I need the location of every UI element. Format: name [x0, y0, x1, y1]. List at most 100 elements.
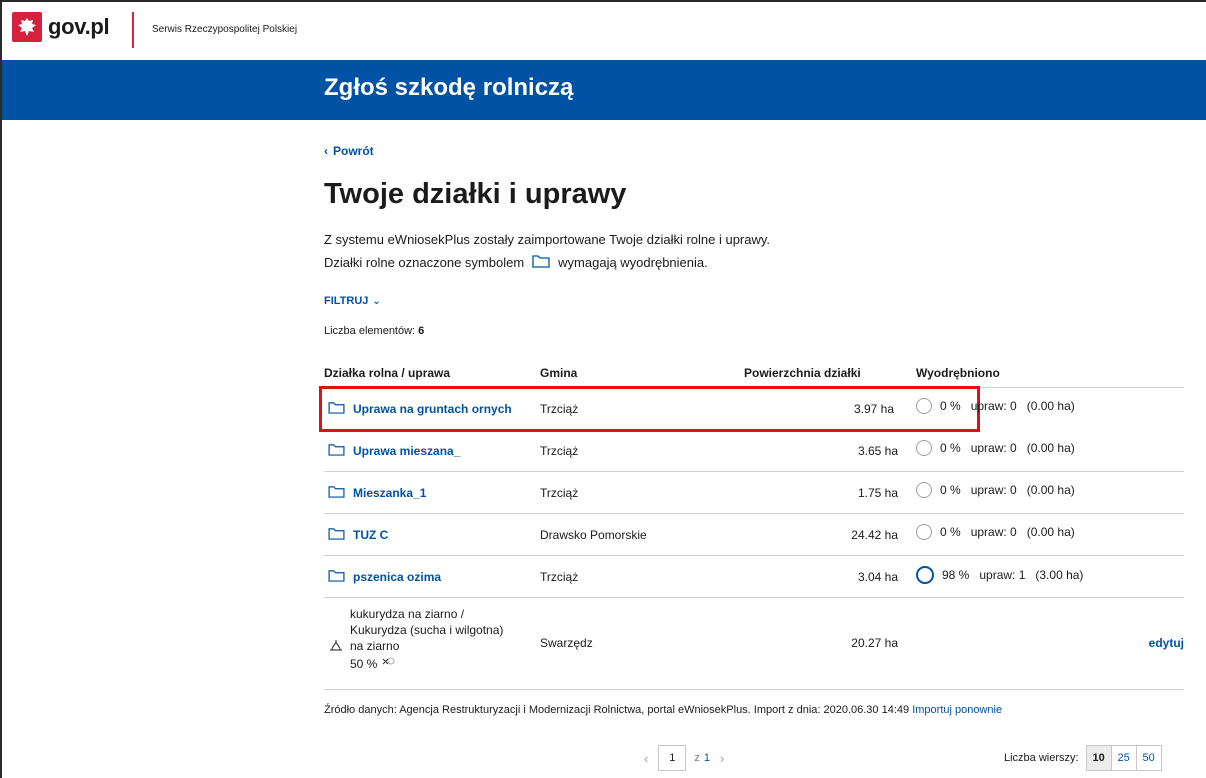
- plot-link[interactable]: Uprawa na gruntach ornych: [328, 401, 512, 417]
- progress-circle-icon: [916, 566, 934, 584]
- crop-damage-icon: [381, 656, 395, 672]
- separated-count: upraw: 1: [979, 568, 1026, 582]
- plot-gmina: Drawsko Pomorskie: [540, 528, 647, 542]
- plot-area: 24.42 ha: [851, 528, 898, 542]
- separated-status: 0 % upraw: 0 (0.00 ha): [916, 398, 1075, 414]
- table-row[interactable]: Mieszanka_1 Trzciąż 1.75 ha 0 % upraw: 0…: [324, 472, 1184, 514]
- crop-name: kukurydza na ziarno / Kukurydza (sucha i…: [350, 606, 530, 672]
- crop-area: 20.27 ha: [851, 636, 898, 650]
- plot-link[interactable]: Uprawa mieszana_: [328, 443, 460, 459]
- progress-circle-icon: [916, 440, 932, 456]
- table-row[interactable]: TUZ C Drawsko Pomorskie 24.42 ha 0 % upr…: [324, 514, 1184, 556]
- plot-gmina: Trzciąż: [540, 570, 579, 584]
- folder-icon: [328, 443, 345, 459]
- plot-name: Uprawa na gruntach ornych: [353, 402, 512, 416]
- next-page-button[interactable]: ›: [720, 751, 724, 766]
- separated-ha: (3.00 ha): [1035, 568, 1084, 582]
- plot-gmina: Trzciąż: [540, 486, 579, 500]
- source-text: Źródło danych: Agencja Restrukturyzacji …: [324, 704, 910, 716]
- rows-per-page-label: Liczba wierszy:: [1004, 752, 1079, 764]
- banner-title: Zgłoś szkodę rolniczą: [324, 74, 574, 101]
- separated-count: upraw: 0: [970, 399, 1017, 413]
- gov-logo[interactable]: gov.pl: [12, 12, 110, 42]
- plot-gmina: Trzciąż: [540, 444, 579, 458]
- plot-area: 3.04 ha: [857, 570, 898, 584]
- separated-pct: 0 %: [940, 525, 961, 539]
- header-separated: Wyodrębniono: [916, 366, 1000, 380]
- eagle-emblem-icon: [12, 12, 42, 42]
- page-total: 1: [703, 752, 710, 764]
- separated-count: upraw: 0: [970, 441, 1017, 455]
- intro-text-1: Z systemu eWniosekPlus zostały zaimporto…: [324, 232, 771, 247]
- crop-icon: [328, 638, 344, 657]
- back-label: Powrót: [333, 144, 374, 158]
- progress-circle-icon: [916, 482, 932, 498]
- element-count: Liczba elementów: 6: [324, 325, 424, 337]
- plot-name: TUZ C: [353, 528, 389, 542]
- plot-link[interactable]: TUZ C: [328, 527, 388, 543]
- crop-line-2: Kukurydza (sucha i wilgotna): [350, 623, 504, 637]
- chevron-down-icon: ⌄: [372, 295, 381, 307]
- plot-area: 3.97 ha: [853, 402, 894, 416]
- table-row[interactable]: Uprawa na gruntach ornych Trzciąż 3.97 h…: [319, 386, 1075, 432]
- table-row[interactable]: pszenica ozima Trzciąż 3.04 ha 98 % upra…: [324, 556, 1184, 598]
- separated-ha: (0.00 ha): [1026, 441, 1075, 455]
- folder-icon: [328, 485, 345, 501]
- folder-icon: [328, 401, 345, 417]
- plot-area: 3.65 ha: [857, 444, 898, 458]
- crop-pct: 50 %: [350, 657, 378, 671]
- data-source: Źródło danych: Agencja Restrukturyzacji …: [324, 704, 1002, 716]
- header-area: Powierzchnia działki: [744, 366, 861, 380]
- separated-ha: (0.00 ha): [1026, 483, 1075, 497]
- pagination: ‹ 1 z 1 ›: [634, 745, 734, 771]
- count-label: Liczba elementów:: [324, 325, 416, 337]
- rows-per-page: Liczba wierszy: 10 25 50: [1004, 745, 1162, 771]
- plot-area: 1.75 ha: [857, 486, 898, 500]
- page-input[interactable]: 1: [658, 745, 687, 771]
- crop-line-3: na ziarno: [350, 639, 400, 653]
- chevron-left-icon: ‹: [324, 144, 328, 158]
- separated-pct: 0 %: [940, 399, 961, 413]
- plot-name: Uprawa mieszana_: [353, 444, 461, 458]
- rows-option-25[interactable]: 25: [1110, 745, 1137, 771]
- crop-line-1: kukurydza na ziarno /: [350, 607, 465, 621]
- table-header: Działka rolna / uprawa Gmina Powierzchni…: [324, 362, 1184, 388]
- separated-pct: 0 %: [940, 483, 961, 497]
- separated-status: 0 % upraw: 0 (0.00 ha): [916, 440, 1075, 456]
- page-title: Twoje działki i uprawy: [324, 178, 627, 210]
- service-name: Serwis Rzeczypospolitej Polskiej: [152, 24, 298, 35]
- reimport-link[interactable]: Importuj ponownie: [912, 704, 1002, 716]
- rows-option-10[interactable]: 10: [1085, 745, 1112, 771]
- back-link[interactable]: ‹ Powrót: [324, 144, 374, 158]
- folder-icon: [328, 527, 345, 543]
- plot-link[interactable]: pszenica ozima: [328, 569, 441, 585]
- title-banner: Zgłoś szkodę rolniczą: [2, 60, 1206, 120]
- crop-gmina: Swarzędz: [540, 636, 593, 650]
- filter-toggle[interactable]: FILTRUJ ⌄: [324, 295, 381, 307]
- folder-icon: [328, 569, 345, 585]
- count-value: 6: [418, 325, 425, 337]
- prev-page-button[interactable]: ‹: [644, 751, 648, 766]
- edit-link[interactable]: edytuj: [1149, 636, 1184, 650]
- separated-status: 0 % upraw: 0 (0.00 ha): [916, 482, 1075, 498]
- intro-text-2: Działki rolne oznaczone symbolem wymagaj…: [324, 254, 708, 271]
- folder-icon: [532, 254, 550, 271]
- intro-text-2a: Działki rolne oznaczone symbolem: [324, 255, 525, 270]
- intro-text-2b: wymagają wyodrębnienia.: [558, 255, 708, 270]
- rows-option-50[interactable]: 50: [1135, 745, 1162, 771]
- separated-count: upraw: 0: [970, 483, 1017, 497]
- progress-circle-icon: [916, 524, 932, 540]
- table-row-crop: kukurydza na ziarno / Kukurydza (sucha i…: [324, 598, 1184, 690]
- separated-status: 98 % upraw: 1 (3.00 ha): [916, 566, 1083, 584]
- separated-status: 0 % upraw: 0 (0.00 ha): [916, 524, 1075, 540]
- top-bar: gov.pl Serwis Rzeczypospolitej Polskiej: [2, 2, 1206, 60]
- plot-name: Mieszanka_1: [353, 486, 427, 500]
- plot-link[interactable]: Mieszanka_1: [328, 485, 426, 501]
- table-row[interactable]: Uprawa mieszana_ Trzciąż 3.65 ha 0 % upr…: [324, 430, 1184, 472]
- page-of-label: z: [694, 752, 700, 764]
- separated-pct: 0 %: [940, 441, 961, 455]
- plots-table: Działka rolna / uprawa Gmina Powierzchni…: [319, 362, 1184, 690]
- header-gmina: Gmina: [540, 366, 578, 380]
- plot-name: pszenica ozima: [353, 570, 442, 584]
- filter-label: FILTRUJ: [324, 295, 369, 307]
